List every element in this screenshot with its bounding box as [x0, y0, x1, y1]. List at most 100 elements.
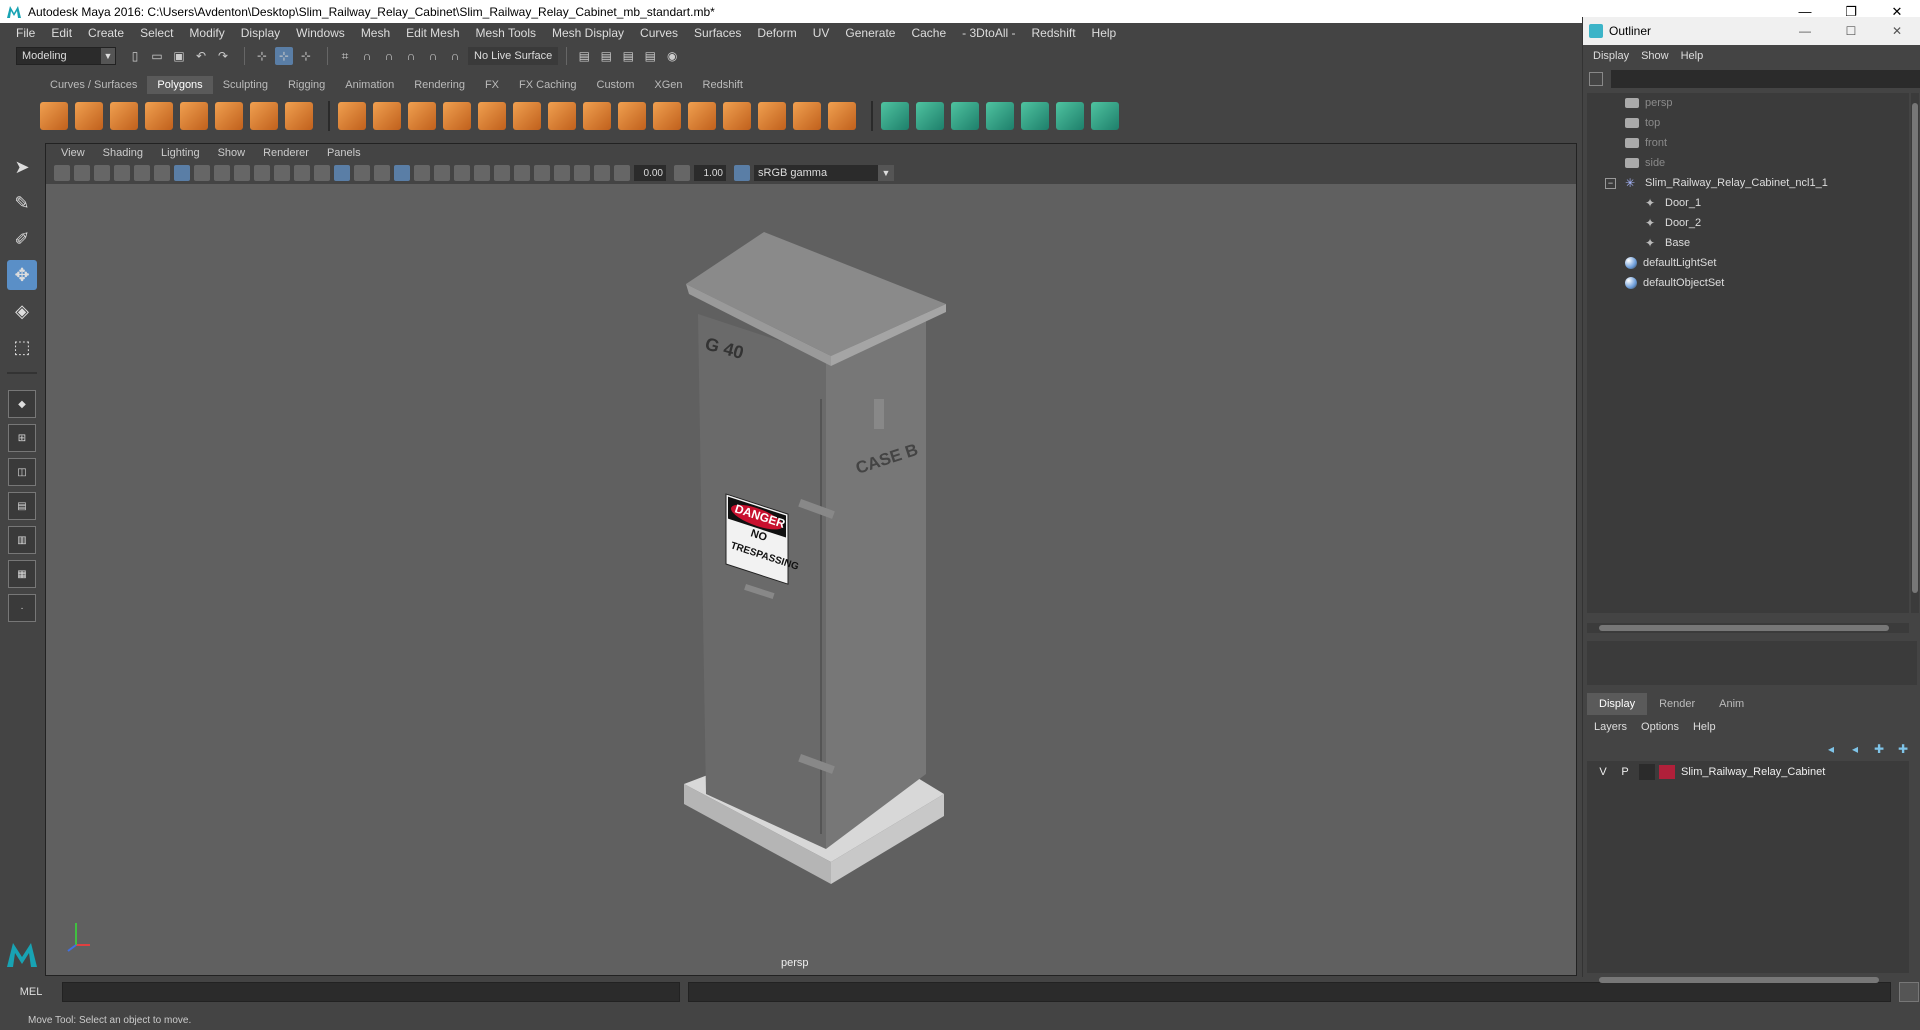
- grid-icon[interactable]: [174, 165, 190, 181]
- layer-tab-display[interactable]: Display: [1587, 693, 1648, 715]
- four-pane-layout-icon[interactable]: ⊞: [8, 424, 36, 452]
- command-input[interactable]: [62, 982, 680, 1002]
- multi-cut-icon[interactable]: [548, 102, 576, 130]
- xray-joints-icon[interactable]: [574, 165, 590, 181]
- fill-hole-icon[interactable]: [653, 102, 681, 130]
- single-pane-layout-icon[interactable]: ◆: [8, 390, 36, 418]
- exposure-field[interactable]: 0.00: [634, 165, 666, 181]
- outliner-close-button[interactable]: ✕: [1874, 17, 1920, 45]
- separate-icon[interactable]: [373, 102, 401, 130]
- mirror-icon[interactable]: [758, 102, 786, 130]
- append-polygon-icon[interactable]: [618, 102, 646, 130]
- menu-surfaces[interactable]: Surfaces: [686, 26, 749, 40]
- tree-item-default-light-set[interactable]: defaultLightSet: [1587, 253, 1909, 273]
- shadows-icon[interactable]: [434, 165, 450, 181]
- menu-file[interactable]: File: [8, 26, 43, 40]
- redo-icon[interactable]: ↷: [214, 47, 232, 65]
- new-scene-icon[interactable]: ▯: [126, 47, 144, 65]
- menu-curves[interactable]: Curves: [632, 26, 686, 40]
- bridge-icon[interactable]: [513, 102, 541, 130]
- xray-icon[interactable]: [554, 165, 570, 181]
- anti-alias-icon[interactable]: [494, 165, 510, 181]
- vp-menu-lighting[interactable]: Lighting: [152, 147, 209, 159]
- layer-horizontal-scrollbar[interactable]: [1587, 975, 1909, 985]
- safe-action-icon[interactable]: [274, 165, 290, 181]
- depth-of-field-icon[interactable]: [514, 165, 530, 181]
- shelf-tab-fx-caching[interactable]: FX Caching: [509, 76, 586, 94]
- lasso-tool-icon[interactable]: ✎: [7, 188, 37, 218]
- resolution-gate-icon[interactable]: [214, 165, 230, 181]
- offset-edge-loop-icon[interactable]: [723, 102, 751, 130]
- shelf-tab-rigging[interactable]: Rigging: [278, 76, 335, 94]
- xray-components-icon[interactable]: [594, 165, 610, 181]
- gate-mask-icon[interactable]: [234, 165, 250, 181]
- open-scene-icon[interactable]: ▭: [148, 47, 166, 65]
- collapse-icon[interactable]: −: [1605, 177, 1616, 189]
- tree-item-top[interactable]: top: [1587, 113, 1909, 133]
- render-view-icon[interactable]: ▤: [575, 47, 593, 65]
- color-management-icon[interactable]: [734, 165, 750, 181]
- wireframe-on-shaded-icon[interactable]: [374, 165, 390, 181]
- ipr-render-icon[interactable]: ▤: [619, 47, 637, 65]
- menu-3dtoall[interactable]: - 3DtoAll -: [954, 26, 1023, 40]
- tree-item-cabinet-group[interactable]: − ✳ Slim_Railway_Relay_Cabinet_ncl1_1: [1587, 173, 1909, 193]
- poly-sphere-icon[interactable]: [40, 102, 68, 130]
- scroll-thumb[interactable]: [1912, 103, 1918, 593]
- layer-display-type-toggle[interactable]: [1639, 764, 1655, 780]
- rotate-tool-icon[interactable]: ◈: [7, 296, 37, 326]
- menu-deform[interactable]: Deform: [749, 26, 804, 40]
- select-object-icon[interactable]: ⊹: [275, 47, 293, 65]
- 2d-pan-zoom-icon[interactable]: [134, 165, 150, 181]
- menu-mesh-tools[interactable]: Mesh Tools: [468, 26, 544, 40]
- isolate-select-icon[interactable]: [534, 165, 550, 181]
- scale-tool-icon[interactable]: ⬚: [7, 332, 37, 362]
- vp-menu-view[interactable]: View: [52, 147, 94, 159]
- outliner-maximize-button[interactable]: ☐: [1828, 17, 1874, 45]
- vp-menu-panels[interactable]: Panels: [318, 147, 370, 159]
- menu-mesh[interactable]: Mesh: [353, 26, 398, 40]
- shelf-tab-fx[interactable]: FX: [475, 76, 509, 94]
- camera-select-icon[interactable]: [54, 165, 70, 181]
- bevel-icon[interactable]: [583, 102, 611, 130]
- layer-color-swatch[interactable]: [1659, 765, 1675, 779]
- select-tool-icon[interactable]: ➤: [7, 152, 37, 182]
- menu-display[interactable]: Display: [233, 26, 288, 40]
- use-all-lights-icon[interactable]: [414, 165, 430, 181]
- textured-icon[interactable]: [394, 165, 410, 181]
- menu-generate[interactable]: Generate: [837, 26, 903, 40]
- camera-lock-icon[interactable]: [74, 165, 90, 181]
- poly-torus-icon[interactable]: [215, 102, 243, 130]
- scroll-thumb[interactable]: [1599, 625, 1889, 631]
- snap-surface-icon[interactable]: ∩: [424, 47, 442, 65]
- layer-playback-toggle[interactable]: P: [1617, 766, 1633, 778]
- select-component-icon[interactable]: ⊹: [297, 47, 315, 65]
- shelf-tab-rendering[interactable]: Rendering: [404, 76, 475, 94]
- menu-create[interactable]: Create: [80, 26, 132, 40]
- insert-edge-loop-icon[interactable]: [688, 102, 716, 130]
- poly-cone-icon[interactable]: [145, 102, 173, 130]
- vp-menu-shading[interactable]: Shading: [94, 147, 152, 159]
- poly-cube-icon[interactable]: [75, 102, 103, 130]
- outliner-minimize-button[interactable]: —: [1782, 17, 1828, 45]
- shelf-tab-animation[interactable]: Animation: [335, 76, 404, 94]
- move-tool-icon[interactable]: ✥: [7, 260, 37, 290]
- vp-menu-show[interactable]: Show: [209, 147, 255, 159]
- poly-plane-icon[interactable]: [180, 102, 208, 130]
- cabinet-model[interactable]: G 40 CASE B DANGER NO TRESPASSING: [46, 184, 1576, 975]
- screen-space-ao-icon[interactable]: [454, 165, 470, 181]
- tree-item-door2[interactable]: ✦ Door_2: [1587, 213, 1909, 233]
- film-gate-icon[interactable]: [194, 165, 210, 181]
- layer-menu-help[interactable]: Help: [1686, 721, 1723, 733]
- view-transform-dropdown[interactable]: sRGB gamma ▼: [754, 165, 894, 181]
- wireframe-icon[interactable]: [314, 165, 330, 181]
- menu-mesh-display[interactable]: Mesh Display: [544, 26, 632, 40]
- hypershade-icon[interactable]: ◉: [663, 47, 681, 65]
- uv-automatic-icon[interactable]: [986, 102, 1014, 130]
- menu-cache[interactable]: Cache: [903, 26, 954, 40]
- two-pane-layout-icon[interactable]: ◫: [8, 458, 36, 486]
- vp-menu-renderer[interactable]: Renderer: [254, 147, 318, 159]
- layer-menu-layers[interactable]: Layers: [1587, 721, 1634, 733]
- grease-pencil-icon[interactable]: [154, 165, 170, 181]
- merge-icon[interactable]: [828, 102, 856, 130]
- outliner-filter-input[interactable]: [1611, 70, 1920, 88]
